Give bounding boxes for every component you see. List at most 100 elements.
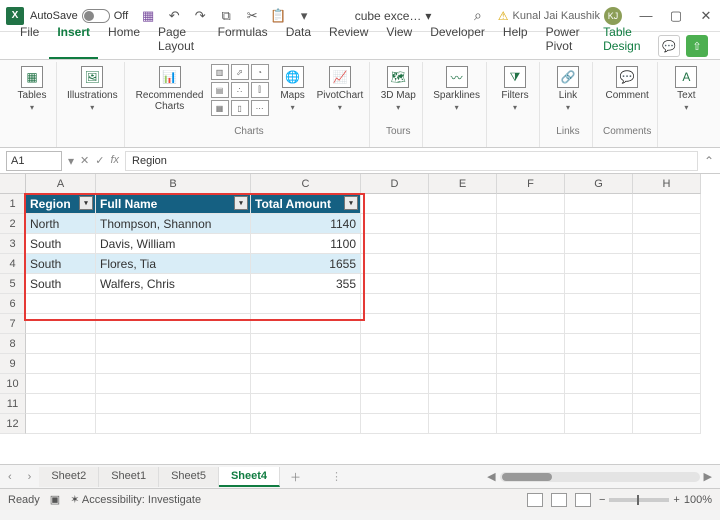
sheet-tab-sheet4[interactable]: Sheet4 [219,467,280,487]
sheet-nav-prev[interactable]: ‹ [0,471,20,483]
cell-C10[interactable] [251,374,361,394]
cell-D12[interactable] [361,414,429,434]
cell-G6[interactable] [565,294,633,314]
cell-C7[interactable] [251,314,361,334]
cancel-formula-icon[interactable]: ✕ [80,154,89,167]
tab-file[interactable]: File [12,21,47,59]
cell-F4[interactable] [497,254,565,274]
cell-C2[interactable]: 1140 [251,214,361,234]
cell-F8[interactable] [497,334,565,354]
cell-A3[interactable]: South [26,234,96,254]
cell-A9[interactable] [26,354,96,374]
col-header-D[interactable]: D [361,174,429,194]
pagebreak-view-button[interactable] [575,493,591,507]
cell-E10[interactable] [429,374,497,394]
row-header-3[interactable]: 3 [0,234,26,254]
cell-H7[interactable] [633,314,701,334]
row-header-7[interactable]: 7 [0,314,26,334]
cell-C12[interactable] [251,414,361,434]
cell-A6[interactable] [26,294,96,314]
sheet-tab-sheet5[interactable]: Sheet5 [159,467,219,487]
cell-H3[interactable] [633,234,701,254]
row-header-1[interactable]: 1 [0,194,26,214]
cell-D2[interactable] [361,214,429,234]
cell-G1[interactable] [565,194,633,214]
pagelayout-view-button[interactable] [551,493,567,507]
tab-home[interactable]: Home [100,21,148,59]
cell-H4[interactable] [633,254,701,274]
cell-B4[interactable]: Flores, Tia [96,254,251,274]
row-header-11[interactable]: 11 [0,394,26,414]
zoom-in-icon[interactable]: + [673,494,679,506]
cell-A7[interactable] [26,314,96,334]
cell-E12[interactable] [429,414,497,434]
formula-bar[interactable]: Region [125,151,698,171]
cell-D9[interactable] [361,354,429,374]
cell-B11[interactable] [96,394,251,414]
cell-E9[interactable] [429,354,497,374]
cell-C1[interactable]: Total Amount▾ [251,194,361,214]
tables-button[interactable]: ▦Tables▾ [14,64,50,112]
cell-H6[interactable] [633,294,701,314]
cell-H11[interactable] [633,394,701,414]
filter-button[interactable]: ▾ [79,196,93,210]
cell-D10[interactable] [361,374,429,394]
cell-G5[interactable] [565,274,633,294]
cell-E11[interactable] [429,394,497,414]
tab-view[interactable]: View [378,21,420,59]
col-header-B[interactable]: B [96,174,251,194]
cell-F6[interactable] [497,294,565,314]
cell-F1[interactable] [497,194,565,214]
cell-A8[interactable] [26,334,96,354]
col-header-A[interactable]: A [26,174,96,194]
cell-H2[interactable] [633,214,701,234]
tab-data[interactable]: Data [278,21,319,59]
cell-C3[interactable]: 1100 [251,234,361,254]
link-button[interactable]: 🔗Link▾ [550,64,586,112]
comments-pane-button[interactable]: 💬 [658,35,680,57]
cell-E1[interactable] [429,194,497,214]
text-button[interactable]: AText▾ [668,64,704,112]
cell-D5[interactable] [361,274,429,294]
cell-A12[interactable] [26,414,96,434]
cell-A1[interactable]: Region▾ [26,194,96,214]
cell-A10[interactable] [26,374,96,394]
zoom-out-icon[interactable]: − [599,494,605,506]
name-box[interactable]: A1 [6,151,62,171]
cell-F10[interactable] [497,374,565,394]
filter-button[interactable]: ▾ [234,196,248,210]
col-header-F[interactable]: F [497,174,565,194]
cell-A2[interactable]: North [26,214,96,234]
worksheet-grid[interactable]: ABCDEFGH 1Region▾Full Name▾Total Amount▾… [0,174,720,464]
cell-H9[interactable] [633,354,701,374]
namebox-dropdown-icon[interactable]: ▾ [68,154,74,168]
macro-icon[interactable]: ▣ [50,493,60,506]
cell-F9[interactable] [497,354,565,374]
cell-H8[interactable] [633,334,701,354]
cell-B12[interactable] [96,414,251,434]
cell-F2[interactable] [497,214,565,234]
accessibility-status[interactable]: ✶ Accessibility: Investigate [70,493,201,506]
sheet-tab-sheet1[interactable]: Sheet1 [99,467,159,487]
tab-review[interactable]: Review [321,21,376,59]
cell-E7[interactable] [429,314,497,334]
cell-E3[interactable] [429,234,497,254]
tab-insert[interactable]: Insert [49,21,98,59]
cell-G10[interactable] [565,374,633,394]
cell-C5[interactable]: 355 [251,274,361,294]
tab-page-layout[interactable]: Page Layout [150,21,208,59]
tab-formulas[interactable]: Formulas [210,21,276,59]
chart-gallery[interactable]: ▥⬀◔ ▤∴⫿ ▦▯⋯ [211,64,269,116]
toggle-switch[interactable] [82,9,110,23]
cell-B2[interactable]: Thompson, Shannon [96,214,251,234]
maximize-icon[interactable]: ▢ [668,8,684,24]
cell-C9[interactable] [251,354,361,374]
cell-B10[interactable] [96,374,251,394]
cell-G12[interactable] [565,414,633,434]
cell-C8[interactable] [251,334,361,354]
select-all-corner[interactable] [0,174,26,194]
cell-G3[interactable] [565,234,633,254]
row-header-10[interactable]: 10 [0,374,26,394]
sparklines-button[interactable]: 〰Sparklines▾ [433,64,480,112]
expand-formula-icon[interactable]: ⌃ [704,154,714,168]
